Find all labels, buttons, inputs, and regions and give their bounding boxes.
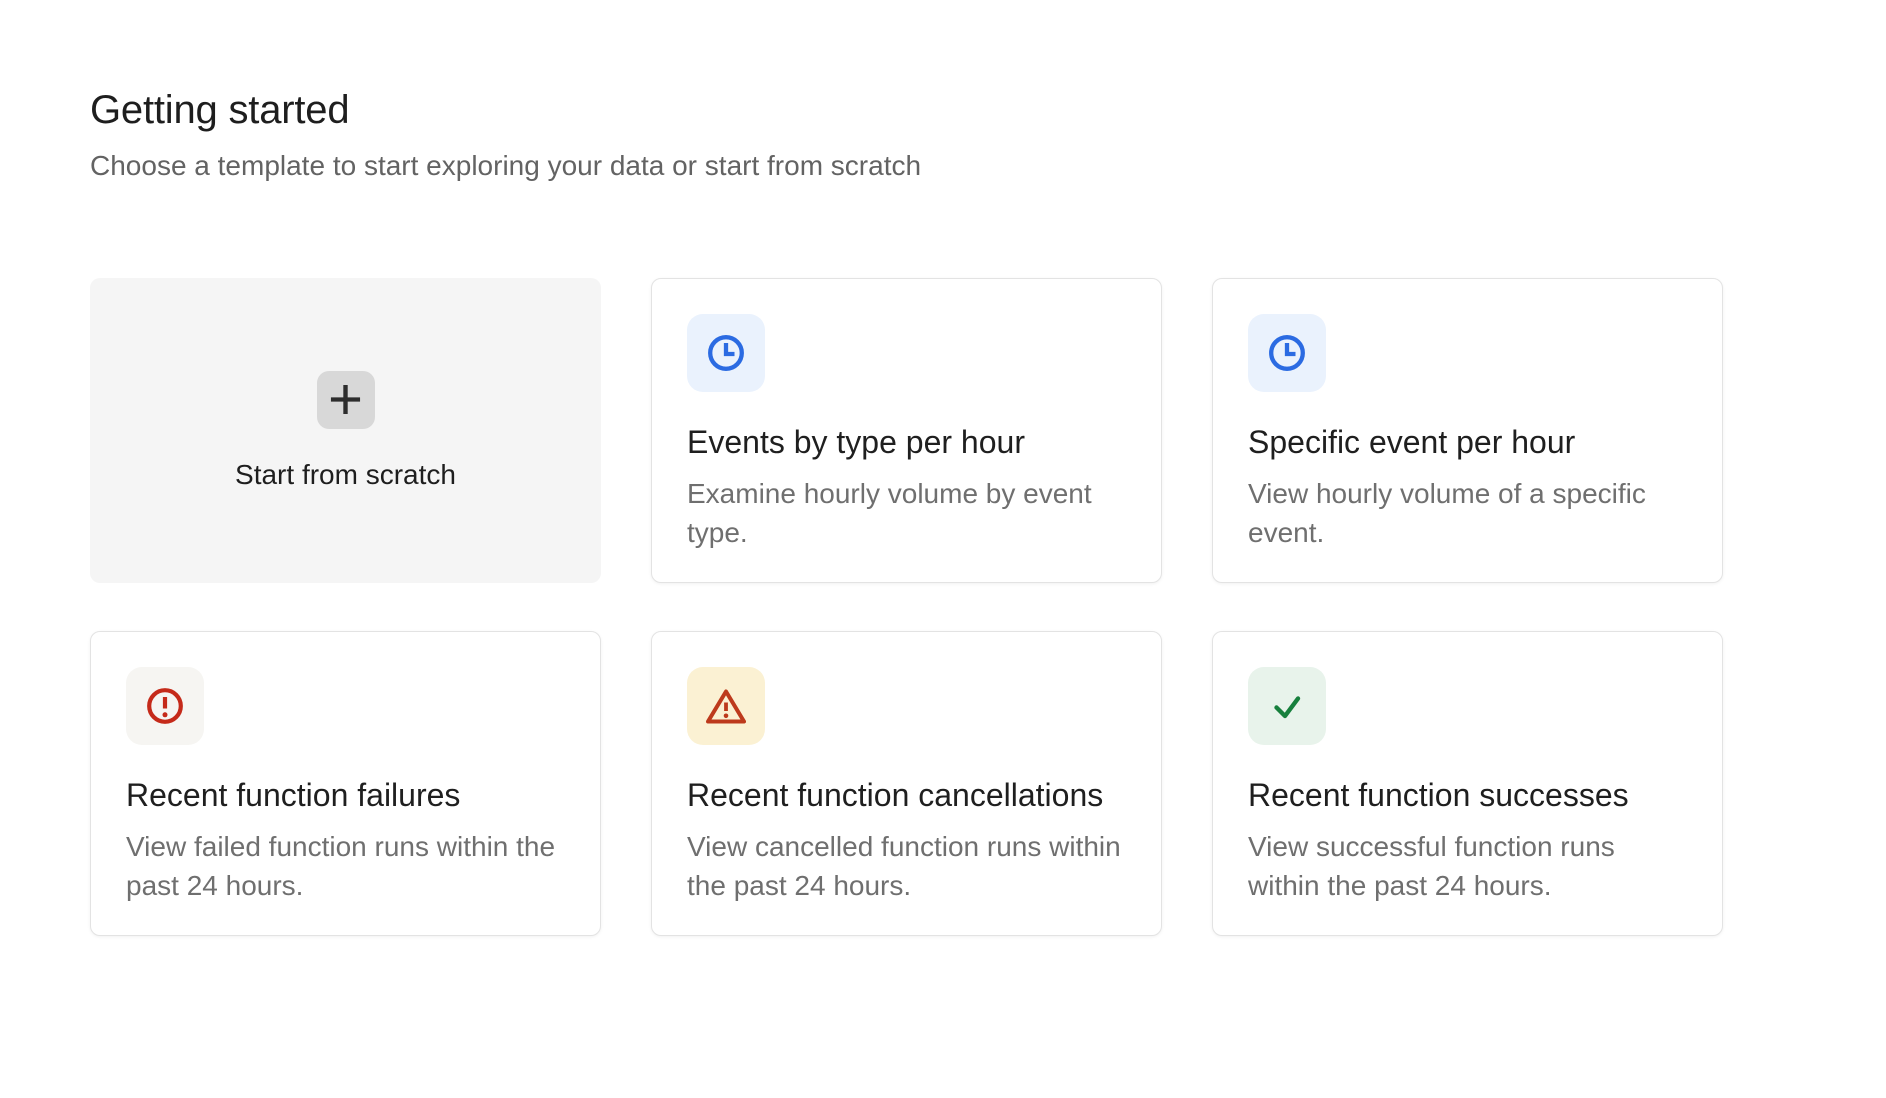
card-recent-function-failures[interactable]: Recent function failures View failed func… [90,631,601,936]
card-recent-function-successes[interactable]: Recent function successes View successful… [1212,631,1723,936]
clock-icon [687,314,765,392]
clock-icon [1248,314,1326,392]
card-description: Examine hourly volume by event type. [687,474,1126,552]
card-description: View successful function runs within the… [1248,827,1687,905]
template-grid: Start from scratch Events by type per hou… [90,278,1846,936]
getting-started-page: Getting started Choose a template to sta… [0,0,1886,1098]
card-specific-event-per-hour[interactable]: Specific event per hour View hourly volum… [1212,278,1723,583]
card-description: View cancelled function runs within the … [687,827,1126,905]
alert-triangle-icon [687,667,765,745]
card-title: Recent function cancellations [687,775,1126,815]
card-title: Events by type per hour [687,422,1126,462]
alert-circle-icon [126,667,204,745]
page-title: Getting started [90,86,1846,134]
card-title: Specific event per hour [1248,422,1687,462]
card-description: View hourly volume of a specific event. [1248,474,1687,552]
card-label: Start from scratch [235,459,456,491]
check-icon [1248,667,1326,745]
card-start-from-scratch[interactable]: Start from scratch [90,278,601,583]
plus-icon [317,371,375,429]
card-title: Recent function failures [126,775,565,815]
card-events-by-type-per-hour[interactable]: Events by type per hour Examine hourly vo… [651,278,1162,583]
page-subtitle: Choose a template to start exploring you… [90,148,1846,184]
card-title: Recent function successes [1248,775,1687,815]
card-recent-function-cancellations[interactable]: Recent function cancellations View cancel… [651,631,1162,936]
card-description: View failed function runs within the pas… [126,827,565,905]
